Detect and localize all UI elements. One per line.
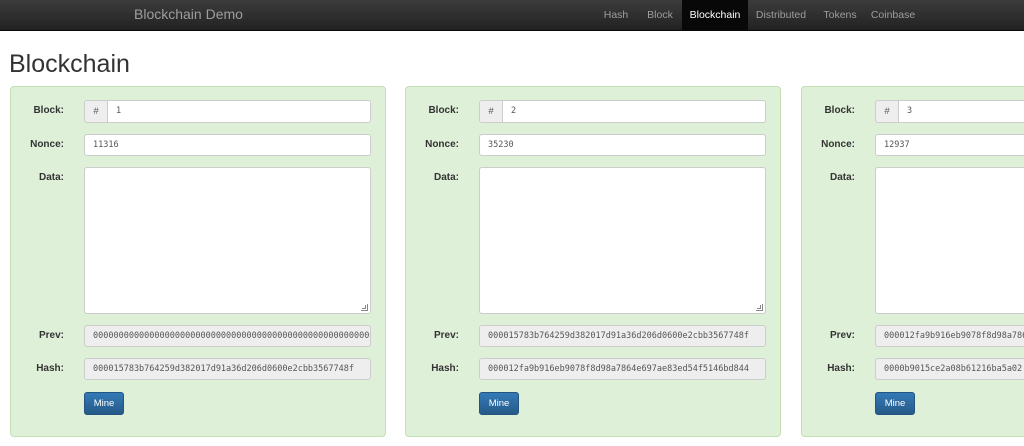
hash-symbol-addon: # [479,100,503,123]
nonce-input[interactable]: 11316 [84,134,371,156]
block-number-input[interactable]: 1 [108,100,371,123]
nav-item-coinbase[interactable]: Coinbase [866,0,920,31]
mine-button[interactable]: Mine [479,392,519,415]
brand[interactable]: Blockchain Demo [134,6,243,22]
hash-field: 000015783b764259d382017d91a36d206d0600e2… [84,358,371,380]
block-label: Block: [428,105,459,116]
block-number-group: # 1 [84,100,371,123]
prev-label: Prev: [433,330,459,341]
block-panel-3: Block: # 3 Nonce: 12937 Data: Prev: 0000… [801,86,1024,437]
data-label: Data: [38,172,64,183]
nav-item-blockchain[interactable]: Blockchain [682,0,748,31]
mine-button[interactable]: Mine [875,392,915,415]
hash-field: 000012fa9b916eb9078f8d98a7864e697ae83ed5… [479,358,766,380]
mine-button[interactable]: Mine [84,392,124,415]
hash-symbol-addon: # [875,100,899,123]
block-number-group: # 2 [479,100,766,123]
block-label: Block: [33,105,64,116]
page-title: Blockchain [9,50,130,78]
nonce-input[interactable]: 35230 [479,134,766,156]
resize-handle-icon[interactable] [756,304,763,311]
nav-menu: Hash Block Blockchain Distributed Tokens… [594,0,920,31]
block-panel-2: Block: # 2 Nonce: 35230 Data: Prev: 0000… [405,86,781,437]
resize-handle-icon[interactable] [361,304,368,311]
prev-hash-field: 000015783b764259d382017d91a36d206d0600e2… [479,325,766,347]
data-textarea[interactable] [875,167,1024,314]
nav-item-hash[interactable]: Hash [594,0,638,31]
hash-label: Hash: [827,363,855,374]
block-number-group: # 3 [875,100,1024,123]
block-number-input[interactable]: 3 [899,100,1024,123]
data-label: Data: [433,172,459,183]
nav-item-distributed[interactable]: Distributed [748,0,814,31]
navbar: Blockchain Demo Hash Block Blockchain Di… [0,0,1024,31]
prev-label: Prev: [829,330,855,341]
block-number-input[interactable]: 2 [503,100,766,123]
nav-item-block[interactable]: Block [638,0,682,31]
hash-label: Hash: [36,363,64,374]
nonce-label: Nonce: [30,139,64,150]
nonce-input[interactable]: 12937 [875,134,1024,156]
data-textarea[interactable] [84,167,371,314]
nonce-label: Nonce: [821,139,855,150]
block-panel-1: Block: # 1 Nonce: 11316 Data: Prev: 0000… [10,86,386,437]
block-label: Block: [824,105,855,116]
hash-field: 0000b9015ce2a08b61216ba5a02 [875,358,1024,380]
nav-item-tokens[interactable]: Tokens [814,0,866,31]
prev-label: Prev: [38,330,64,341]
hash-label: Hash: [431,363,459,374]
hash-symbol-addon: # [84,100,108,123]
data-label: Data: [829,172,855,183]
data-textarea[interactable] [479,167,766,314]
prev-hash-field: 000012fa9b916eb9078f8d98a7864e697ae83ed5… [875,325,1024,347]
nonce-label: Nonce: [425,139,459,150]
prev-hash-field: 0000000000000000000000000000000000000000… [84,325,371,347]
